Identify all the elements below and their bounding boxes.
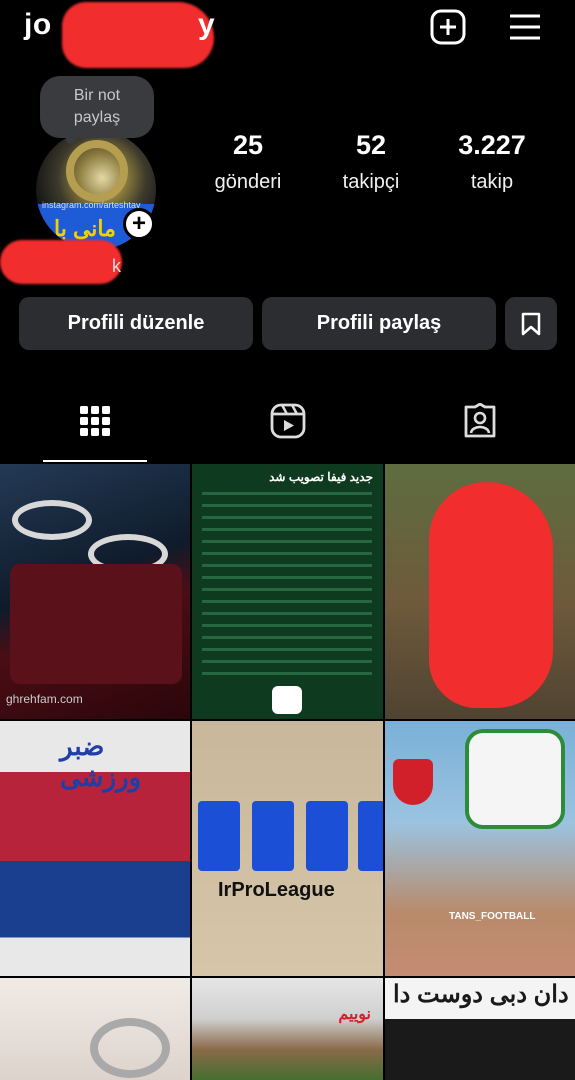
ring-shape bbox=[12, 500, 92, 540]
avatar-arabic-text: مانی با bbox=[54, 216, 116, 241]
logo-badge bbox=[465, 729, 565, 829]
post-caption: جدید فیفا تصویب شد bbox=[269, 470, 373, 484]
stat-posts[interactable]: 25 gönderi bbox=[188, 130, 308, 194]
stat-posts-value: 25 bbox=[232, 130, 264, 160]
post-logo bbox=[272, 686, 302, 714]
post-caption: نوییم bbox=[338, 1006, 371, 1023]
bookmark-button[interactable] bbox=[505, 297, 557, 350]
ring-shape bbox=[90, 1018, 170, 1078]
edit-profile-button[interactable]: Profili düzenle bbox=[19, 297, 253, 350]
jersey bbox=[358, 801, 383, 871]
stat-posts-label: gönderi bbox=[214, 171, 282, 193]
jersey bbox=[198, 801, 240, 871]
hamburger-icon[interactable] bbox=[505, 7, 545, 47]
post-caption: ضبر ورزشی bbox=[60, 731, 142, 792]
note-text: Bir not paylaş bbox=[73, 87, 121, 126]
stat-following-value: 3.227 bbox=[458, 130, 526, 160]
post-rule-text[interactable]: جدید فیفا تصویب شد bbox=[192, 464, 383, 719]
username[interactable]: jo bbox=[24, 8, 52, 42]
post-ring-closeup[interactable] bbox=[0, 978, 190, 1080]
stat-followers-label: takipçi bbox=[342, 171, 400, 193]
tab-reels[interactable] bbox=[236, 380, 340, 462]
tab-tagged[interactable] bbox=[428, 380, 532, 462]
username-tail: y bbox=[198, 8, 215, 41]
stat-followers-value: 52 bbox=[355, 130, 387, 160]
display-name-tail: k bbox=[112, 256, 121, 276]
post-redacted-photo[interactable] bbox=[385, 464, 575, 719]
name-redaction-mark bbox=[0, 240, 122, 284]
plus-square-icon[interactable] bbox=[428, 7, 468, 47]
stat-following[interactable]: 3.227 takip bbox=[432, 130, 552, 194]
stat-following-label: takip bbox=[470, 171, 514, 193]
jersey bbox=[252, 801, 294, 871]
share-profile-button[interactable]: Profili paylaş bbox=[262, 297, 496, 350]
post-grid: ghrehfam.com جدید فیفا تصویب شد ضبر ورزش… bbox=[0, 464, 575, 1080]
post-rings[interactable]: ghrehfam.com bbox=[0, 464, 190, 719]
avatar-image-ring bbox=[66, 140, 128, 202]
grid-icon bbox=[80, 406, 110, 436]
club-badge bbox=[393, 759, 433, 805]
jersey bbox=[306, 801, 348, 871]
tagged-icon bbox=[464, 403, 496, 438]
post-newspaper[interactable]: ضبر ورزشی bbox=[0, 721, 190, 976]
note-bubble[interactable]: Bir not paylaş bbox=[40, 76, 154, 138]
redaction-mark bbox=[429, 482, 553, 708]
avatar-site-text: instagram.com/arteshtay bbox=[42, 200, 141, 210]
post-headline[interactable]: دان دبی دوست دا bbox=[385, 978, 575, 1080]
add-story-plus-icon[interactable]: + bbox=[123, 208, 155, 240]
post-caption: IrProLeague bbox=[218, 879, 335, 901]
stat-followers[interactable]: 52 takipçi bbox=[311, 130, 431, 194]
ring-box bbox=[10, 564, 182, 684]
post-caption: ghrehfam.com bbox=[6, 692, 83, 706]
bookmark-icon bbox=[521, 312, 541, 335]
redaction-mark bbox=[62, 2, 214, 68]
reels-icon bbox=[270, 403, 306, 439]
text-lines bbox=[202, 492, 372, 682]
post-caption: TANS_FOOTBALL bbox=[449, 911, 536, 922]
post-stadium[interactable]: نوییم bbox=[192, 978, 383, 1080]
active-tab-indicator bbox=[43, 460, 147, 462]
post-jerseys[interactable]: IrProLeague bbox=[192, 721, 383, 976]
post-caption: دان دبی دوست دا bbox=[393, 981, 569, 1008]
tab-grid[interactable] bbox=[43, 380, 147, 462]
post-tower[interactable]: TANS_FOOTBALL bbox=[385, 721, 575, 976]
top-header: jo y bbox=[0, 0, 575, 68]
